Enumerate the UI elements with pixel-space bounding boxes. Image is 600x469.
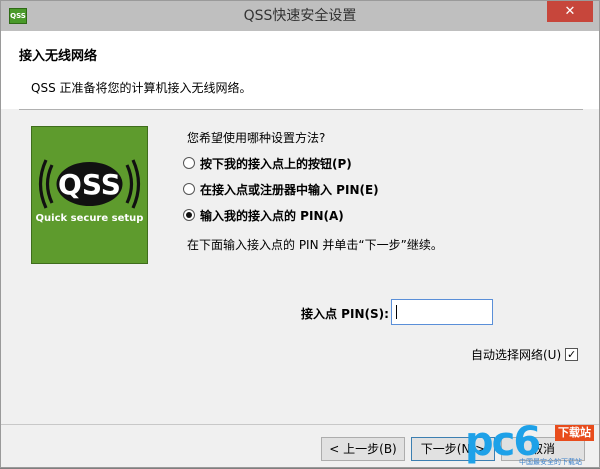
radio-push-button[interactable]: 按下我的接入点上的按钮(P)	[183, 155, 352, 171]
pin-field-label: 接入点 PIN(S):	[301, 307, 389, 321]
qss-logo: QSS Quick secure setup	[31, 126, 148, 264]
radio-label: 在接入点或注册器中输入 PIN(E)	[200, 182, 379, 197]
auto-select-checkbox[interactable]: ✓	[565, 348, 579, 361]
auto-select-network-row[interactable]: 自动选择网络(U) ✓	[471, 346, 579, 363]
logo-text: QSS	[58, 168, 121, 201]
back-button[interactable]: < 上一步(B)	[321, 437, 405, 461]
text-caret	[396, 305, 397, 319]
pc6-watermark: pc6 下载站 中国最安全的下载站	[463, 419, 599, 469]
header-divider	[19, 109, 583, 110]
pin-hint: 在下面输入接入点的 PIN 并单击“下一步”继续。	[187, 238, 443, 252]
radio-circle[interactable]	[183, 183, 195, 195]
radio-circle-selected[interactable]	[183, 209, 195, 221]
qss-logo-icon: QSS	[38, 159, 141, 209]
radio-label: 按下我的接入点上的按钮(P)	[200, 156, 352, 171]
window-title: QSS快速安全设置	[243, 8, 357, 24]
auto-select-label: 自动选择网络(U)	[471, 348, 562, 362]
page-title: 接入无线网络	[19, 49, 98, 64]
pin-input[interactable]	[391, 299, 493, 325]
title-bar[interactable]: QSS QSS快速安全设置 ✕	[1, 1, 599, 31]
radio-circle[interactable]	[183, 157, 195, 169]
radio-enter-ap-pin[interactable]: 输入我的接入点的 PIN(A)	[183, 207, 344, 223]
wizard-header: 接入无线网络 QSS 正准备将您的计算机接入无线网络。	[1, 31, 599, 109]
page-subtitle: QSS 正准备将您的计算机接入无线网络。	[31, 81, 252, 95]
logo-caption: Quick secure setup	[35, 213, 144, 224]
watermark-subtitle: 中国最安全的下载站	[519, 458, 582, 466]
watermark-badge: 下载站	[555, 425, 594, 441]
qss-setup-window: QSS QSS快速安全设置 ✕ 接入无线网络 QSS 正准备将您的计算机接入无线…	[0, 0, 600, 468]
method-question: 您希望使用哪种设置方法?	[187, 131, 326, 145]
close-button[interactable]: ✕	[547, 1, 593, 22]
radio-enter-pin-on-ap[interactable]: 在接入点或注册器中输入 PIN(E)	[183, 181, 379, 197]
radio-label: 输入我的接入点的 PIN(A)	[200, 208, 344, 223]
